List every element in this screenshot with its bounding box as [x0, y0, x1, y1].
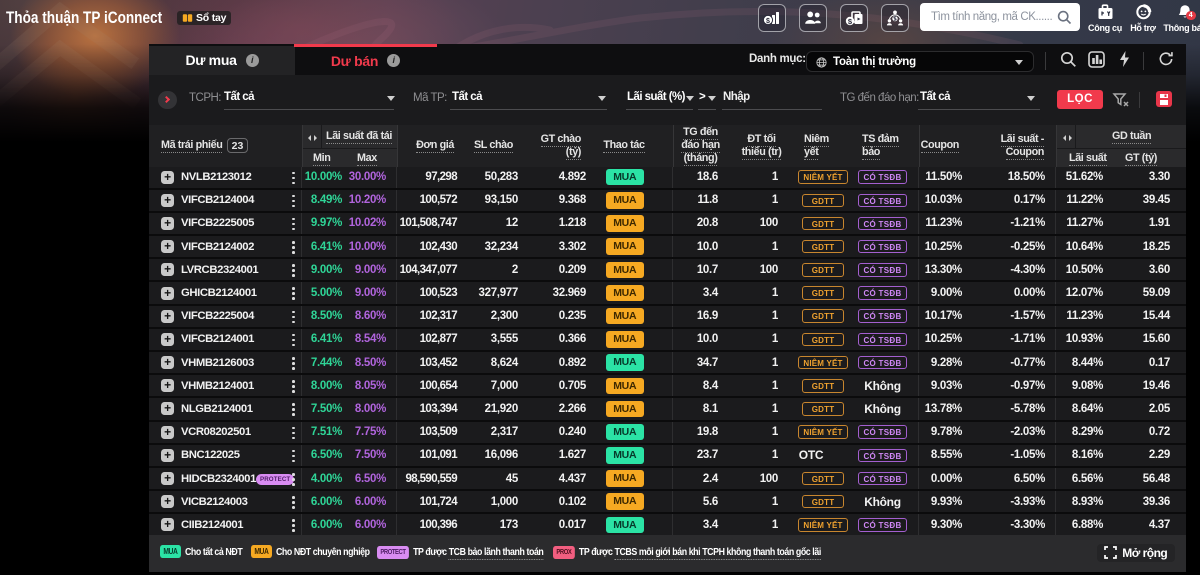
svg-text:$: $ — [766, 18, 770, 25]
